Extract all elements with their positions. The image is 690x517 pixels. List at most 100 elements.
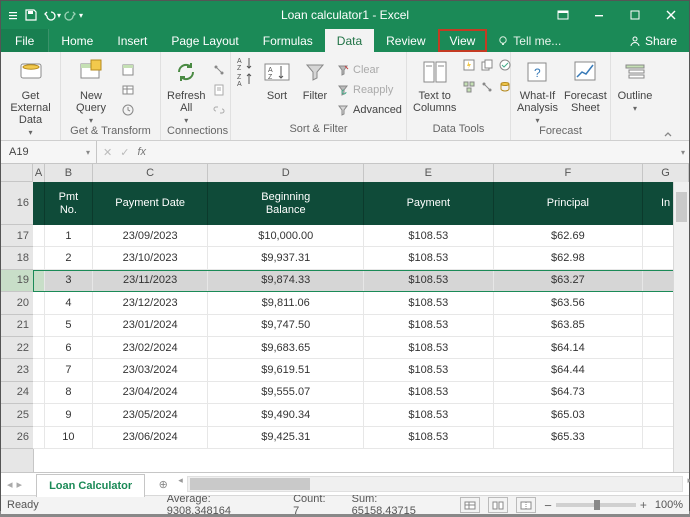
table-row[interactable]: 823/04/2024$9,555.07$108.53$64.73 <box>33 382 689 404</box>
cell[interactable]: 23/06/2024 <box>93 427 209 449</box>
outline-button[interactable]: Outline ▾ <box>617 56 653 113</box>
cell[interactable]: $10,000.00 <box>208 225 364 247</box>
formula-input[interactable] <box>154 145 675 159</box>
add-sheet-button[interactable]: ⊕ <box>151 472 175 496</box>
cell[interactable]: $64.44 <box>494 359 644 381</box>
col-header-e[interactable]: E <box>364 164 494 182</box>
row-headers[interactable]: 1617181920212223242526 <box>1 182 34 472</box>
cell[interactable] <box>33 337 45 359</box>
cell[interactable] <box>33 382 45 404</box>
select-all-corner[interactable] <box>1 164 33 182</box>
cancel-formula-icon[interactable]: ✕ <box>103 146 112 159</box>
tab-review[interactable]: Review <box>374 29 437 52</box>
cell[interactable]: 23/04/2024 <box>93 382 209 404</box>
column-headers[interactable]: A B C D E F G <box>33 164 689 183</box>
cell[interactable]: $108.53 <box>364 382 494 404</box>
app-menu-icon[interactable] <box>5 7 21 23</box>
cell[interactable]: $63.56 <box>494 292 644 314</box>
new-query-button[interactable]: New Query ▾ <box>67 56 115 125</box>
vertical-scrollbar[interactable] <box>673 182 689 472</box>
cell[interactable]: 23/10/2023 <box>93 247 209 269</box>
table-row[interactable]: 623/02/2024$9,683.65$108.53$64.14 <box>33 337 689 359</box>
cell[interactable]: 3 <box>45 270 93 292</box>
filter-button[interactable]: Filter <box>299 56 331 102</box>
cell[interactable] <box>33 404 45 426</box>
hscroll-left-icon[interactable]: ◂ <box>178 475 183 486</box>
zoom-slider[interactable] <box>556 503 636 507</box>
tab-page-layout[interactable]: Page Layout <box>159 29 250 52</box>
table-row[interactable]: 223/10/2023$9,937.31$108.53$62.98 <box>33 247 689 269</box>
row-header[interactable]: 16 <box>1 182 33 225</box>
cell[interactable]: $63.85 <box>494 315 644 337</box>
cell[interactable] <box>33 427 45 449</box>
get-external-data-button[interactable]: Get External Data ▾ <box>7 56 54 137</box>
sort-az-button[interactable]: AZ ZA <box>237 56 255 86</box>
enter-formula-icon[interactable]: ✓ <box>120 146 129 159</box>
cell[interactable]: $65.03 <box>494 404 644 426</box>
scroll-tabs-left-icon[interactable]: ◂ <box>7 478 13 491</box>
refresh-all-button[interactable]: Refresh All ▾ <box>167 56 206 125</box>
ribbon-display-options-icon[interactable] <box>545 1 581 29</box>
insert-function-icon[interactable]: fx <box>137 146 146 158</box>
cell[interactable]: 23/09/2023 <box>93 225 209 247</box>
cell[interactable]: $108.53 <box>364 270 494 292</box>
tab-view[interactable]: View <box>438 29 488 52</box>
undo-icon[interactable] <box>41 7 57 23</box>
table-row[interactable]: 923/05/2024$9,490.34$108.53$65.03 <box>33 404 689 426</box>
redo-icon[interactable] <box>63 7 79 23</box>
cell[interactable]: $108.53 <box>364 292 494 314</box>
undo-dropdown-icon[interactable]: ▾ <box>57 11 61 20</box>
tab-insert[interactable]: Insert <box>105 29 159 52</box>
edit-links-button[interactable] <box>212 100 226 120</box>
col-header-c[interactable]: C <box>93 164 209 182</box>
row-header[interactable]: 23 <box>1 359 33 381</box>
zoom-out-button[interactable]: − <box>544 498 552 513</box>
table-row[interactable]: 1023/06/2024$9,425.31$108.53$65.33 <box>33 427 689 449</box>
cell[interactable]: $108.53 <box>364 247 494 269</box>
table-row[interactable]: 323/11/2023$9,874.33$108.53$63.27 <box>33 270 689 292</box>
minimize-button[interactable] <box>581 1 617 29</box>
tab-home[interactable]: Home <box>49 29 105 52</box>
cell[interactable]: $62.69 <box>494 225 644 247</box>
connections-button[interactable] <box>212 60 226 80</box>
sort-button[interactable]: AZ Sort <box>261 56 293 102</box>
cell[interactable]: 7 <box>45 359 93 381</box>
cell[interactable]: $9,555.07 <box>208 382 364 404</box>
from-table-button[interactable] <box>121 80 135 100</box>
tell-me[interactable]: Tell me... <box>487 29 561 52</box>
col-header-g[interactable]: G <box>643 164 689 182</box>
cell[interactable] <box>33 247 45 269</box>
forecast-sheet-button[interactable]: Forecast Sheet <box>564 56 607 114</box>
cell[interactable] <box>33 359 45 381</box>
name-box-dropdown-icon[interactable]: ▾ <box>86 148 90 157</box>
cell[interactable] <box>33 292 45 314</box>
save-icon[interactable] <box>23 7 39 23</box>
cell[interactable]: $9,747.50 <box>208 315 364 337</box>
row-header[interactable]: 22 <box>1 337 33 359</box>
row-header[interactable]: 17 <box>1 225 33 247</box>
cell[interactable]: 2 <box>45 247 93 269</box>
properties-button[interactable] <box>212 80 226 100</box>
horizontal-scrollbar[interactable]: ◂ ▸ <box>187 476 683 492</box>
show-queries-button[interactable] <box>121 60 135 80</box>
cell[interactable]: 6 <box>45 337 93 359</box>
cell[interactable]: $9,811.06 <box>208 292 364 314</box>
cell[interactable]: 8 <box>45 382 93 404</box>
row-header[interactable]: 24 <box>1 382 33 404</box>
row-header[interactable]: 18 <box>1 247 33 269</box>
relationships-button[interactable] <box>480 80 496 100</box>
consolidate-button[interactable] <box>462 80 478 100</box>
col-header-d[interactable]: D <box>208 164 364 182</box>
cell[interactable]: $108.53 <box>364 337 494 359</box>
zoom-slider-knob[interactable] <box>594 500 600 510</box>
cell[interactable]: 23/01/2024 <box>93 315 209 337</box>
cell[interactable]: $9,619.51 <box>208 359 364 381</box>
zoom-in-button[interactable]: + <box>640 498 647 512</box>
cell[interactable] <box>33 315 45 337</box>
cell[interactable]: 9 <box>45 404 93 426</box>
cell[interactable]: 23/03/2024 <box>93 359 209 381</box>
sheet-tab-loan-calculator[interactable]: Loan Calculator <box>36 474 145 497</box>
vertical-scroll-thumb[interactable] <box>676 192 687 222</box>
cell[interactable]: $9,425.31 <box>208 427 364 449</box>
cell[interactable]: 23/05/2024 <box>93 404 209 426</box>
